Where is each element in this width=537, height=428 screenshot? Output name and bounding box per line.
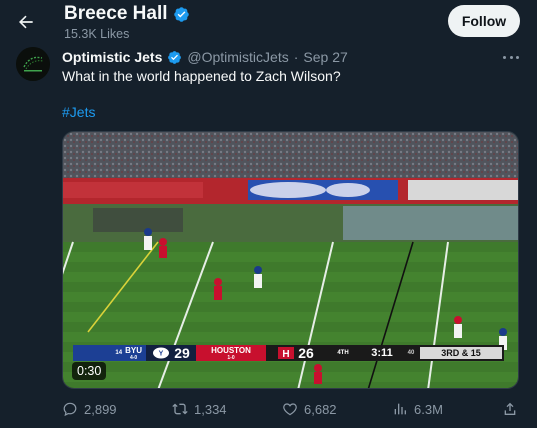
verified-badge-icon [173,6,189,22]
profile-name[interactable]: Breece Hall [64,3,168,25]
follow-button[interactable]: Follow [448,5,520,37]
retweet-button[interactable]: 1,334 [172,398,227,420]
retweet-count: 1,334 [194,401,227,417]
scorebug-team1: 14 BYU 4-0 [73,345,146,361]
game-clock: 3:11 [360,345,404,361]
views-button[interactable]: 6.3M [392,398,443,420]
analytics-icon [394,403,406,415]
reply-count: 2,899 [84,401,117,417]
separator-dot: · [293,49,299,65]
scorebug-team2: HOUSTON 1-0 [196,345,266,361]
heart-icon [283,403,297,416]
profile-header: Breece Hall 15.3K Likes Follow [0,0,537,44]
team2-score: 26 [298,345,314,361]
reply-button[interactable]: 2,899 [62,398,117,420]
share-button[interactable] [502,398,518,420]
view-count: 6.3M [414,401,443,417]
tweet-actions: 2,899 1,334 6,682 6.3M [62,398,522,420]
houston-logo-icon: H [278,347,295,359]
play-clock: 40 [404,345,418,361]
svg-text:Y: Y [159,351,164,358]
more-options-icon[interactable] [503,50,519,64]
tweet-date[interactable]: Sep 27 [303,49,347,65]
profile-name-row[interactable]: Breece Hall [64,3,190,25]
tweet-text: What in the world happened to Zach Wilso… [62,68,341,84]
like-button[interactable]: 6,682 [282,398,337,420]
team1-score: 29 [174,345,190,361]
avatar[interactable] [16,47,50,81]
author-handle[interactable]: @OptimisticJets [187,49,288,65]
video-player[interactable]: 14 BYU 4-0 Y 29 HOUSTON 1-0 H 26 4TH 3:1… [62,131,519,389]
team2-record: 1-0 [227,354,235,361]
team1-record: 4-0 [129,354,138,361]
team2-name: HOUSTON [211,345,251,355]
author-name[interactable]: Optimistic Jets [62,49,162,65]
game-quarter: 4TH [326,345,360,361]
scorebug-score2: H 26 [266,345,326,361]
back-button[interactable] [12,8,40,36]
share-icon [504,402,516,415]
verified-badge-icon [168,50,182,64]
video-duration: 0:30 [72,362,107,380]
profile-likes-count: 15.3K Likes [64,27,130,41]
scorebug-score1: Y 29 [146,345,196,361]
byu-logo-icon: Y [153,347,170,359]
down-distance: 3RD & 15 [418,345,504,361]
svg-text:H: H [283,349,290,359]
reply-icon [63,402,77,417]
like-count: 6,682 [304,401,337,417]
tweet-header: Optimistic Jets @OptimisticJets · Sep 27 [62,48,348,66]
hashtag-link[interactable]: #Jets [62,104,95,120]
scorebug: 14 BYU 4-0 Y 29 HOUSTON 1-0 H 26 4TH 3:1… [73,345,514,361]
team1-name: BYU [125,345,142,355]
avatar-logo-icon [16,47,50,81]
arrow-left-icon [19,15,33,29]
team1-rank: 14 [115,350,123,356]
retweet-icon [172,403,188,415]
